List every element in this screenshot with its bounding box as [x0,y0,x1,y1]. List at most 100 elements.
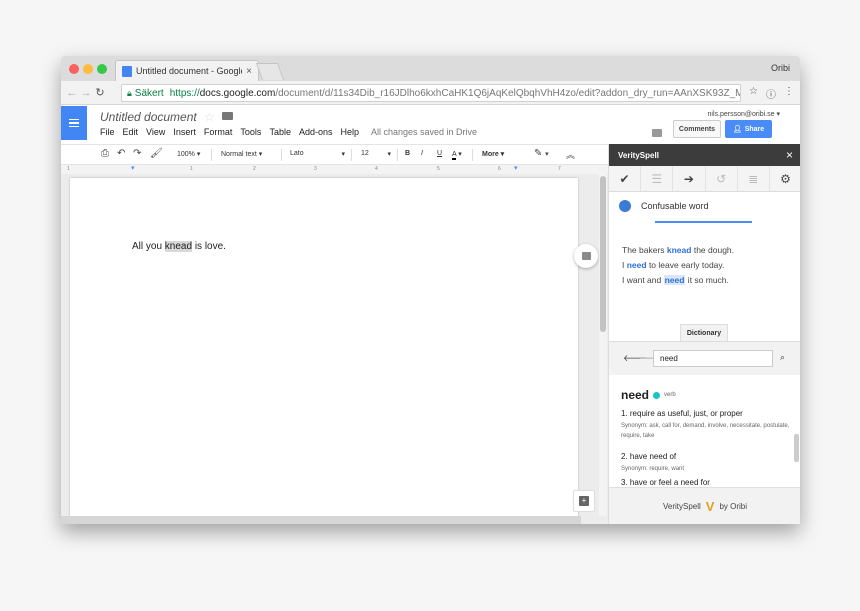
menu-file[interactable]: File [100,127,115,137]
address-actions: ☆ ⓘ ⋮ [749,86,794,101]
add-comment-button[interactable] [574,244,598,268]
font-select[interactable]: Lato ▾ [290,150,345,158]
secure-label: Säkert [134,87,164,99]
synonyms-2: Synonym: require, want [621,466,685,472]
horizontal-scrollbar[interactable] [61,516,581,524]
url-input[interactable]: 🔒︎ Säkert https:// docs.google.com /docu… [121,84,741,102]
formatting-toolbar: ⎙ ↶ ↷ 🖌︎ 100% ▾ Normal text ▾ Lato ▾ 12 ▾ … [61,144,608,165]
new-tab-button[interactable] [255,63,285,80]
browser-window: Untitled document - Google D × Oribi ← →… [61,56,800,524]
star-icon[interactable]: ☆ [204,110,215,124]
forward-icon[interactable]: → [79,87,93,99]
toolbar-divider [281,149,282,161]
editing-mode-icon[interactable]: ✎ ▾ [534,148,549,159]
tab-strip: Untitled document - Google D × Oribi [61,56,800,81]
footer-brand: VeritySpell [662,501,701,511]
list-icon[interactable]: ☰ [641,166,674,191]
bookmark-star-icon[interactable]: ☆ [749,86,758,101]
document-page[interactable]: All you knead is love. [70,178,598,524]
bold-button[interactable]: B [405,150,410,157]
underline-button[interactable]: U [437,150,442,157]
toolbar-divider [472,149,473,161]
ruler-mark: 3 [314,166,317,172]
tab-title: Untitled document - Google D [136,66,242,76]
menu-tools[interactable]: Tools [240,127,261,137]
address-bar-row: ← → ↻ 🔒︎ Säkert https:// docs.google.com… [61,81,800,105]
ruler-mark: 6 [498,166,501,172]
info-icon[interactable]: ⓘ [766,86,776,101]
flagged-word[interactable]: knead [164,241,193,252]
folder-icon[interactable] [222,112,233,120]
definition-1: 1. require as useful, just, or proper [621,409,743,418]
ruler-mark: 2 [253,166,256,172]
user-email[interactable]: nils.persson@oribi.se ▾ [708,110,781,118]
document-title[interactable]: Untitled document [100,110,197,124]
example-sentence: I want and need it so much. [622,275,729,285]
example-sentence: The bakers knead the dough. [622,245,735,255]
browser-menu-icon[interactable]: ⋮ [784,86,794,101]
style-select[interactable]: Normal text ▾ [221,150,262,158]
indent-marker-icon[interactable]: ▾ [131,164,135,172]
collapse-icon[interactable]: ︽ [566,148,575,161]
print-icon[interactable]: ⎙ [101,148,109,159]
definition-3: 3. have or feel a need for [621,478,710,487]
document-body-text[interactable]: All you knead is love. [132,241,226,252]
settings-icon[interactable]: ⚙ [770,166,800,191]
tab-close-icon[interactable]: × [246,66,252,77]
confusable-icon [619,200,631,212]
minimize-window-button[interactable] [83,64,93,74]
redo-icon[interactable]: ↷ [133,148,141,159]
verityspell-logo-icon: V [705,498,715,514]
paint-format-icon[interactable]: 🖌︎ [150,148,163,159]
undo-icon[interactable]: ↺ [706,166,738,191]
ruler-mark: 1 [190,166,193,172]
undo-icon[interactable]: ↶ [117,148,125,159]
docs-home-icon[interactable] [61,106,87,140]
italic-button[interactable]: I [421,150,423,157]
url-path: /document/d/11s34Dib_r16JDlho6kxhCaHK1Q6… [275,87,741,99]
dictionary-scrollbar[interactable] [794,434,799,462]
ruler[interactable]: 1 ▾ 1 2 3 4 5 6 ▾ 7 [61,165,608,174]
menu-insert[interactable]: Insert [173,127,196,137]
share-label: Share [744,125,765,133]
rules-icon[interactable]: ≣ [738,166,770,191]
panel-close-icon[interactable]: × [786,148,793,162]
reload-icon[interactable]: ↻ [93,86,107,99]
comments-button[interactable]: Comments [673,120,721,138]
comment-icon [581,252,591,260]
dictionary-headword: need verb [621,388,676,402]
zoom-select[interactable]: 100% ▾ [177,150,200,158]
arrow-right-icon[interactable]: ➔ [673,166,706,191]
menu-table[interactable]: Table [269,127,291,137]
menu-format[interactable]: Format [204,127,233,137]
explore-button[interactable]: + [573,490,595,512]
search-icon[interactable]: ⌕ [780,352,785,363]
browser-tab[interactable]: Untitled document - Google D × [115,60,259,81]
back-icon[interactable]: ← [65,87,79,99]
menu-addons[interactable]: Add-ons [299,127,333,137]
toolbar-divider [351,149,352,161]
comment-history-icon[interactable] [652,129,662,137]
text-color-button[interactable]: A ▾ [452,150,462,160]
person-icon: 👤︎ [732,126,742,133]
lock-icon: 🔒︎ [127,87,132,98]
save-status[interactable]: All changes saved in Drive [371,127,477,137]
check-icon[interactable]: ✔ [609,166,642,191]
dictionary-search-input[interactable]: need [653,350,773,367]
dictionary-tab[interactable]: Dictionary [680,324,728,341]
toolbar-divider [397,149,398,161]
close-window-button[interactable] [69,64,79,74]
word-class-dot-icon [653,391,661,399]
menu-view[interactable]: View [146,127,165,137]
explore-icon: + [579,496,589,506]
font-size-select[interactable]: 12 ▾ [361,150,391,158]
vertical-scroll-thumb[interactable] [600,176,606,332]
menu-edit[interactable]: Edit [123,127,139,137]
more-button[interactable]: More ▾ [482,150,504,158]
example-sentence: I need to leave early today. [622,260,725,270]
share-button[interactable]: 👤︎ Share [725,120,772,138]
profile-name[interactable]: Oribi [771,63,790,73]
menu-help[interactable]: Help [340,127,359,137]
maximize-window-button[interactable] [97,64,107,74]
right-indent-marker-icon[interactable]: ▾ [514,164,518,172]
